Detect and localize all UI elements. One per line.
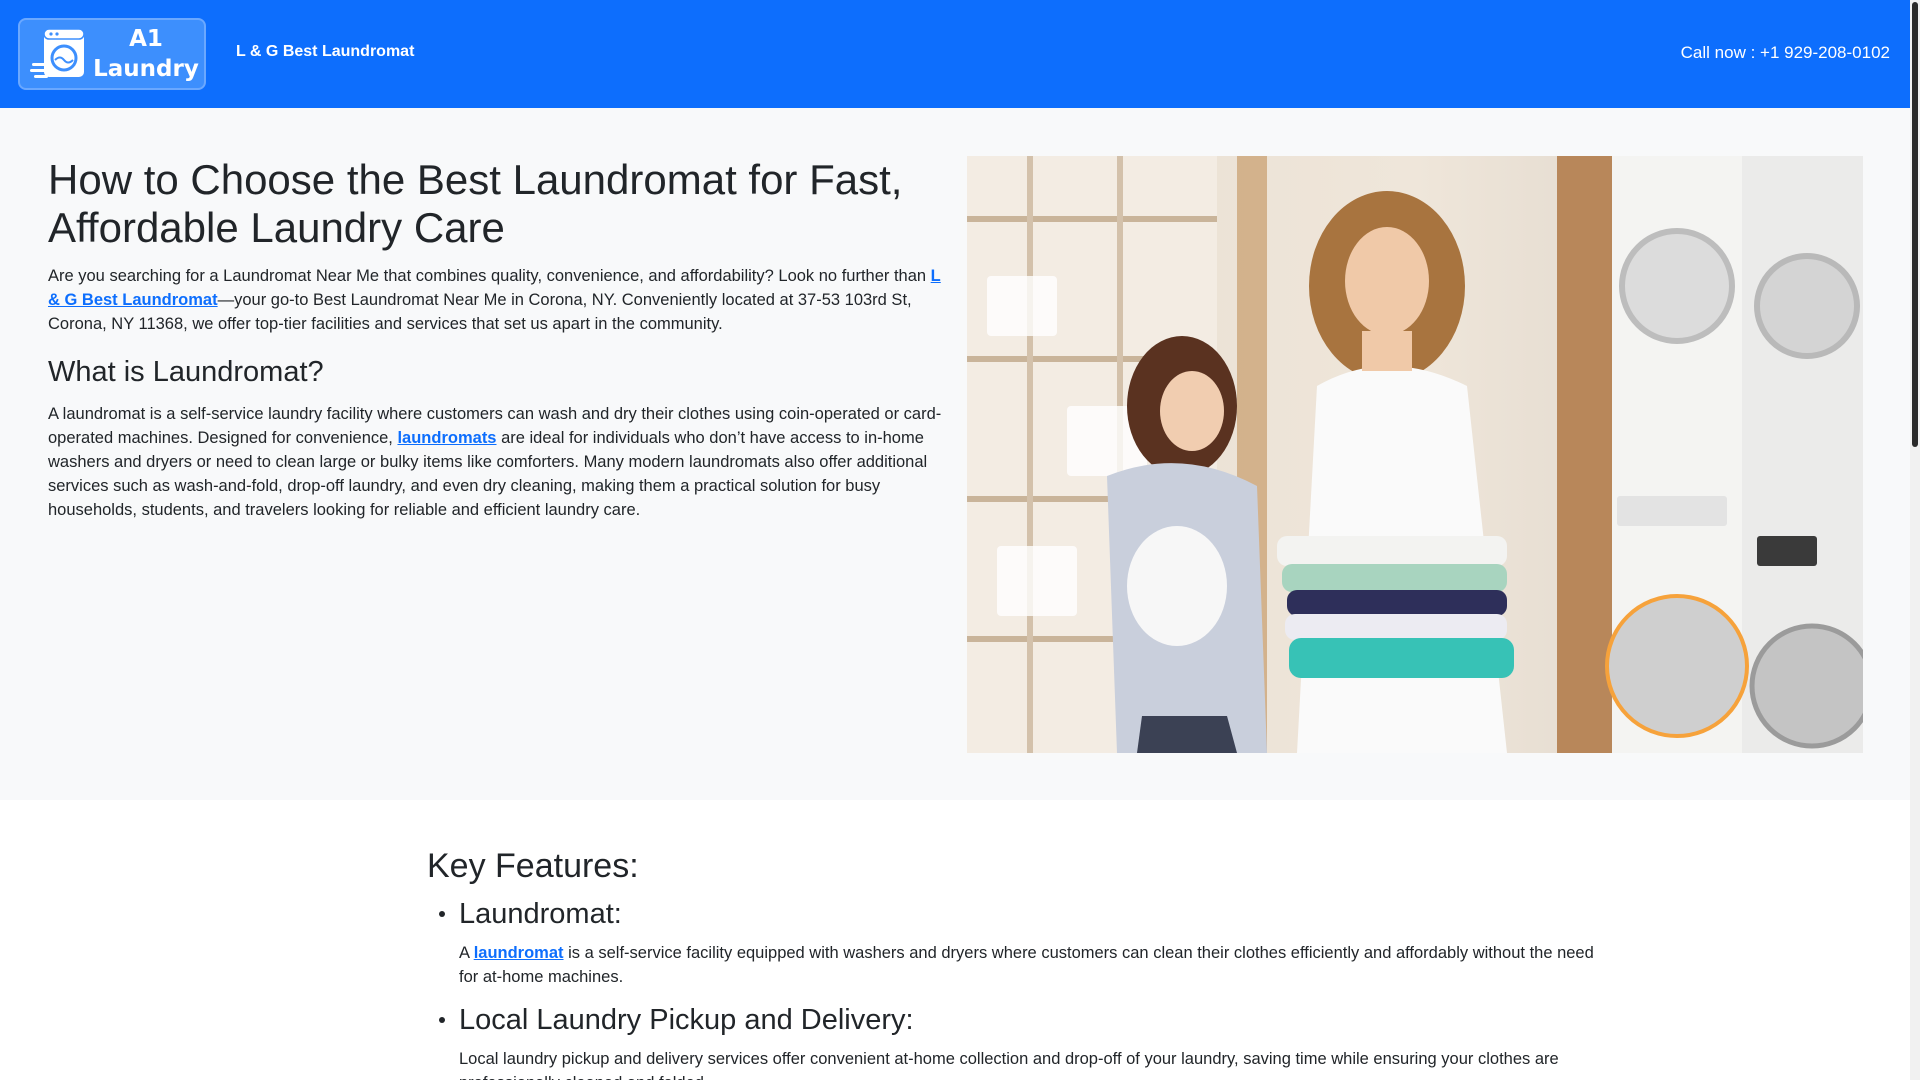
logo-line-2: Laundry (93, 56, 199, 82)
page-title: How to Choose the Best Laundromat for Fa… (48, 156, 903, 251)
washing-machine-icon (30, 25, 88, 83)
key-features-title: Key Features: (427, 847, 639, 885)
laundromat-link[interactable]: laundromat (474, 944, 564, 962)
key-features-section: Key Features: Laundromat: A laundromat i… (427, 845, 1617, 1080)
hero-text-column: How to Choose the Best Laundromat for Fa… (48, 156, 944, 522)
feature-item-laundromat: Laundromat: A laundromat is a self-servi… (427, 893, 1617, 989)
section-paragraph: A laundromat is a self-service laundry f… (48, 402, 944, 522)
logo-line-1: A1 (129, 26, 163, 52)
feature-desc-text-1: A (459, 944, 474, 962)
laundromats-link[interactable]: laundromats (397, 429, 496, 447)
hero-section: How to Choose the Best Laundromat for Fa… (0, 108, 1910, 800)
section-heading: What is Laundromat? (48, 356, 324, 388)
intro-text-1: Are you searching for a Laundromat Near … (48, 267, 931, 285)
call-now-link[interactable]: Call now : +1 929-208-0102 (1681, 43, 1890, 63)
logo-text: A1 Laundry (88, 24, 204, 84)
feature-item-pickup-delivery: Local Laundry Pickup and Delivery: Local… (427, 999, 1617, 1080)
top-navbar: A1 Laundry L & G Best Laundromat Call no… (0, 0, 1910, 108)
feature-desc-text-2: is a self-service facility equipped with… (459, 944, 1594, 986)
intro-paragraph: Are you searching for a Laundromat Near … (48, 264, 944, 336)
feature-description: A laundromat is a self-service facility … (459, 941, 1617, 989)
site-logo[interactable]: A1 Laundry (18, 18, 206, 90)
hero-photo-mother-daughter-laundry (967, 156, 1863, 753)
feature-title: Local Laundry Pickup and Delivery: (459, 1004, 914, 1036)
scrollbar-thumb[interactable] (1912, 2, 1918, 447)
feature-list: Laundromat: A laundromat is a self-servi… (427, 893, 1617, 1080)
feature-description: Local laundry pickup and delivery servic… (459, 1050, 1559, 1080)
page-scrollbar[interactable] (1910, 0, 1920, 1080)
bullet-icon (439, 1017, 445, 1023)
feature-title: Laundromat: (459, 898, 622, 930)
brand-name-link[interactable]: L & G Best Laundromat (236, 43, 414, 61)
bullet-icon (439, 911, 445, 917)
